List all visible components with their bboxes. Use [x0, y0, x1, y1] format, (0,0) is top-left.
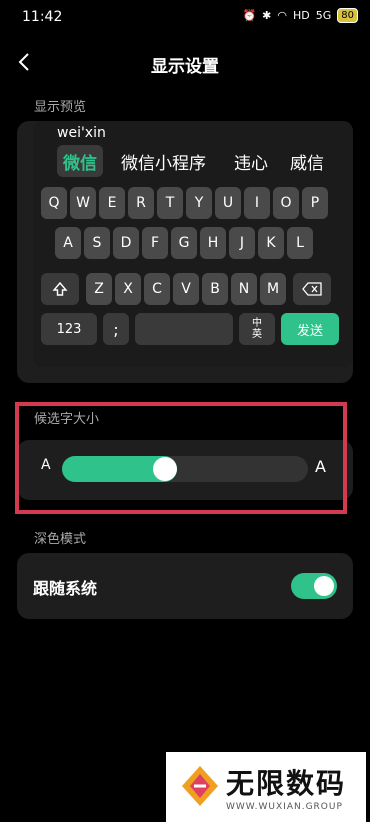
candidate-1: 微信	[57, 145, 103, 177]
key-v: V	[173, 273, 199, 305]
keyboard-row-3: Z X C V B N M	[41, 273, 334, 305]
lang-zh-label: 中	[252, 318, 262, 329]
key-p: P	[302, 187, 328, 219]
highlight-box	[15, 402, 347, 514]
keyboard-preview: wei'xin 微信 微信小程序 违心 威信 Q W E R T Y U I O…	[33, 121, 353, 367]
dark-mode-section-label: 深色模式	[34, 532, 87, 547]
key-l: L	[287, 227, 313, 259]
key-f: F	[142, 227, 168, 259]
toggle-knob	[314, 576, 334, 596]
alarm-icon: ⏰	[242, 9, 257, 22]
candidate-4: 威信	[290, 153, 324, 174]
hd-label: HD	[292, 9, 310, 22]
backspace-icon	[302, 282, 322, 296]
dark-mode-card: 跟随系统	[17, 553, 353, 619]
key-w: W	[70, 187, 96, 219]
key-z: Z	[86, 273, 112, 305]
watermark-text: 无限数码	[226, 767, 347, 800]
preview-section-label: 显示预览	[34, 100, 87, 115]
follow-system-label: 跟随系统	[33, 579, 98, 598]
candidate-2: 微信小程序	[121, 153, 206, 174]
key-b: B	[202, 273, 228, 305]
key-m: M	[260, 273, 286, 305]
keyboard-row-2: A S D F G H J K L	[55, 227, 316, 259]
keyboard-row-4: 123 ; 中 英 发送	[41, 313, 342, 345]
key-d: D	[113, 227, 139, 259]
battery-icon: 80	[337, 8, 358, 23]
key-g: G	[171, 227, 197, 259]
space-key	[135, 313, 233, 345]
bluetooth-icon: ✱	[262, 9, 272, 22]
key-123: 123	[41, 313, 97, 345]
watermark: 无限数码 WWW.WUXIAN.GROUP	[166, 752, 366, 822]
key-h: H	[200, 227, 226, 259]
keyboard-row-1: Q W E R T Y U I O P	[41, 187, 331, 219]
key-r: R	[128, 187, 154, 219]
preview-card: wei'xin 微信 微信小程序 违心 威信 Q W E R T Y U I O…	[17, 121, 353, 383]
logo-icon	[182, 766, 218, 806]
pinyin-text: wei'xin	[57, 125, 106, 141]
key-o: O	[273, 187, 299, 219]
key-c: C	[144, 273, 170, 305]
key-u: U	[215, 187, 241, 219]
key-j: J	[229, 227, 255, 259]
key-y: Y	[186, 187, 212, 219]
key-i: I	[244, 187, 270, 219]
signal-icon: 5G	[315, 9, 332, 22]
status-bar: 11:42 ⏰ ✱ ◠ HD 5G 80	[0, 0, 370, 34]
watermark-sub: WWW.WUXIAN.GROUP	[226, 802, 343, 812]
candidate-3: 违心	[234, 153, 268, 174]
key-n: N	[231, 273, 257, 305]
key-s: S	[84, 227, 110, 259]
header: 显示设置	[0, 44, 370, 80]
shift-key	[41, 273, 79, 305]
delete-key	[293, 273, 331, 305]
page-title: 显示设置	[151, 57, 219, 77]
lang-en-label: 英	[252, 329, 262, 340]
key-t: T	[157, 187, 183, 219]
lang-switch-key: 中 英	[239, 313, 275, 345]
send-key: 发送	[281, 313, 339, 345]
follow-system-toggle[interactable]	[291, 573, 337, 599]
key-e: E	[99, 187, 125, 219]
wifi-icon: ◠	[277, 9, 287, 22]
status-icons: ⏰ ✱ ◠ HD 5G 80	[242, 8, 358, 23]
shift-icon	[52, 281, 68, 296]
key-punct: ;	[103, 313, 129, 345]
key-k: K	[258, 227, 284, 259]
key-q: Q	[41, 187, 67, 219]
key-a: A	[55, 227, 81, 259]
key-x: X	[115, 273, 141, 305]
status-time: 11:42	[22, 9, 63, 25]
